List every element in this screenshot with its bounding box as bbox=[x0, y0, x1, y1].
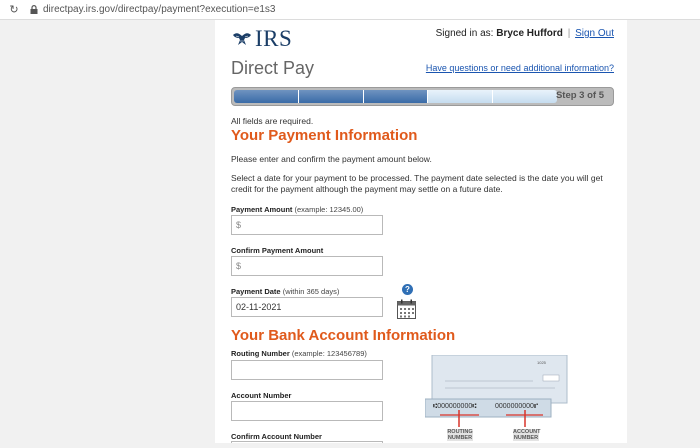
payment-date-label: Payment Date (within 365 days) bbox=[231, 287, 339, 296]
confirm-amount-label-text: Confirm Payment Amount bbox=[231, 246, 324, 255]
progress-track bbox=[234, 90, 557, 103]
payment-date-label-text: Payment Date bbox=[231, 287, 281, 296]
sign-out-link[interactable]: Sign Out bbox=[575, 28, 614, 39]
user-name: Bryce Hufford bbox=[496, 28, 563, 39]
payment-date-value: 02-11-2021 bbox=[236, 302, 282, 312]
help-icon[interactable]: ? bbox=[402, 284, 413, 295]
payment-date-note: Select a date for your payment to be pro… bbox=[231, 173, 603, 194]
routing-number-input[interactable] bbox=[231, 360, 383, 380]
confirm-amount-label: Confirm Payment Amount bbox=[231, 246, 323, 255]
signed-in-prefix: Signed in as: bbox=[435, 28, 494, 39]
routing-number-label-text: Routing Number bbox=[231, 349, 290, 358]
lock-icon bbox=[30, 5, 38, 14]
payment-amount-label-text: Payment Amount bbox=[231, 205, 293, 214]
routing-number-hint: (example: 123456789) bbox=[291, 349, 367, 358]
progress-segment-3 bbox=[363, 90, 429, 103]
reload-icon[interactable]: ↻ bbox=[8, 3, 20, 16]
account-number-input[interactable] bbox=[231, 401, 383, 421]
check-illustration: 1025 ⑆000000000⑆ 0000000000⑈ ROUTING NUM… bbox=[424, 354, 580, 443]
confirm-amount-input[interactable]: $ bbox=[231, 256, 383, 276]
progress-bar: Step 3 of 5 bbox=[231, 87, 614, 106]
url-text[interactable]: directpay.irs.gov/directpay/payment?exec… bbox=[43, 4, 275, 15]
check-account-digits: 0000000000⑈ bbox=[495, 403, 539, 410]
payment-date-hint: (within 365 days) bbox=[282, 287, 340, 296]
progress-segment-4 bbox=[428, 90, 494, 103]
eagle-icon bbox=[233, 33, 251, 45]
page-content: IRS Signed in as: Bryce Hufford | Sign O… bbox=[215, 20, 627, 443]
progress-segment-2 bbox=[298, 90, 364, 103]
browser-address-bar[interactable]: ↻ directpay.irs.gov/directpay/payment?ex… bbox=[0, 0, 700, 20]
confirm-account-label: Confirm Account Number bbox=[231, 432, 322, 441]
currency-prefix: $ bbox=[236, 220, 242, 230]
calendar-icon[interactable] bbox=[397, 299, 416, 319]
signed-in-info: Signed in as: Bryce Hufford | Sign Out bbox=[436, 28, 614, 39]
currency-prefix: $ bbox=[236, 261, 242, 271]
progress-segment-1 bbox=[234, 90, 299, 103]
routing-number-label: Routing Number (example: 123456789) bbox=[231, 349, 367, 358]
bank-section-heading: Your Bank Account Information bbox=[231, 327, 456, 344]
payment-amount-input[interactable]: $ bbox=[231, 215, 383, 235]
help-link[interactable]: Have questions or need additional inform… bbox=[426, 63, 614, 73]
required-note: All fields are required. bbox=[231, 116, 314, 126]
page-title: Direct Pay bbox=[231, 58, 315, 78]
confirm-account-label-text: Confirm Account Number bbox=[231, 432, 322, 441]
account-number-label-text: Account Number bbox=[231, 391, 292, 400]
irs-logo-text: IRS bbox=[255, 26, 293, 51]
payment-section-heading: Your Payment Information bbox=[231, 127, 418, 144]
step-label: Step 3 of 5 bbox=[555, 90, 604, 101]
payment-amount-hint: (example: 12345.00) bbox=[294, 205, 364, 214]
payment-intro-text: Please enter and confirm the payment amo… bbox=[231, 154, 432, 164]
routing-number-caption: ROUTING NUMBER bbox=[447, 429, 473, 441]
payment-amount-label: Payment Amount (example: 12345.00) bbox=[231, 205, 363, 214]
progress-segment-5 bbox=[493, 90, 557, 103]
check-number: 1025 bbox=[537, 360, 546, 365]
payment-date-input[interactable]: 02-11-2021 bbox=[231, 297, 383, 317]
account-number-label: Account Number bbox=[231, 391, 291, 400]
separator: | bbox=[567, 28, 571, 39]
check-routing-digits: ⑆000000000⑆ bbox=[433, 403, 477, 410]
account-number-caption: ACCOUNT NUMBER bbox=[513, 429, 541, 441]
irs-logo[interactable]: IRS bbox=[231, 26, 292, 52]
